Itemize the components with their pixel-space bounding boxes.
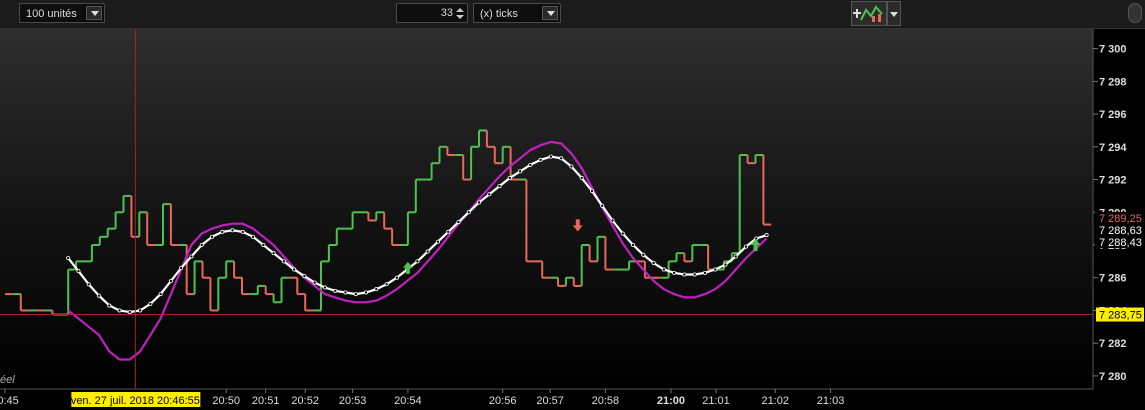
ma-dot bbox=[220, 229, 225, 234]
partial-label: éel bbox=[0, 374, 15, 386]
ma-dot bbox=[97, 293, 102, 298]
ma-dot bbox=[518, 169, 523, 174]
ma-dot bbox=[168, 278, 173, 283]
x-tick-label: 21:00 bbox=[657, 395, 685, 407]
ma-dot bbox=[394, 275, 399, 280]
y-tick-label: 7 298 bbox=[1099, 76, 1127, 88]
ma-dot bbox=[631, 242, 636, 247]
ma-dot bbox=[733, 254, 738, 259]
ma-dot bbox=[384, 282, 389, 287]
ma-dot bbox=[189, 254, 194, 259]
ma-dot bbox=[179, 265, 184, 270]
ma-dot bbox=[322, 285, 327, 290]
ma-dot bbox=[692, 272, 697, 277]
x-tick-label: 21:01 bbox=[702, 395, 730, 407]
y-tick-label: 7 280 bbox=[1099, 371, 1127, 383]
ma-dot bbox=[672, 270, 677, 275]
ma-dot bbox=[312, 280, 317, 285]
ma-dot bbox=[107, 303, 112, 308]
price-label: 7 289,25 bbox=[1099, 213, 1142, 225]
ma-dot bbox=[661, 267, 666, 272]
ma-dot bbox=[66, 256, 71, 261]
y-tick-label: 7 300 bbox=[1099, 44, 1127, 56]
ma-dot bbox=[158, 292, 163, 297]
ma-dot bbox=[744, 244, 749, 249]
ma-dot bbox=[641, 252, 646, 257]
ma-dot bbox=[374, 287, 379, 292]
ma-dot bbox=[620, 231, 625, 236]
ma-dot bbox=[466, 210, 471, 215]
ma-dot bbox=[446, 229, 451, 234]
ma-dot bbox=[240, 229, 245, 234]
y-tick-label: 7 282 bbox=[1099, 338, 1127, 350]
price-label: 7 288,43 bbox=[1099, 237, 1142, 249]
ma-dot bbox=[589, 188, 594, 193]
y-tick-label: 7 286 bbox=[1099, 273, 1127, 285]
x-tick-label: 20:58 bbox=[592, 395, 620, 407]
ma-dot bbox=[415, 259, 420, 264]
ma-dot bbox=[579, 175, 584, 180]
ma-dot bbox=[138, 308, 143, 313]
ma-dot bbox=[600, 203, 605, 208]
x-tick-label: 20:50 bbox=[212, 395, 240, 407]
price-label: 7 288,63 bbox=[1099, 225, 1142, 237]
ma-dot bbox=[528, 162, 533, 167]
ma-dot bbox=[764, 233, 769, 238]
crosshair-date-label: ven. 27 juil. 2018 20:46:55 bbox=[71, 395, 200, 407]
ma-dot bbox=[281, 259, 286, 264]
x-tick-label: 20:51 bbox=[252, 395, 280, 407]
ma-dot bbox=[302, 274, 307, 279]
ma-dot bbox=[538, 157, 543, 162]
ma-dot bbox=[271, 251, 276, 256]
ma-dot bbox=[456, 220, 461, 225]
ma-dot bbox=[230, 228, 235, 233]
ma-dot bbox=[76, 269, 81, 274]
ma-dot bbox=[682, 272, 687, 277]
y-tick-label: 7 292 bbox=[1099, 175, 1127, 187]
x-tick-label: 20:56 bbox=[489, 395, 517, 407]
ma-dot bbox=[292, 267, 297, 272]
ma-dot bbox=[435, 239, 440, 244]
ma-dot bbox=[548, 154, 553, 159]
ma-dot bbox=[559, 156, 564, 161]
ma-dot bbox=[148, 301, 153, 306]
y-tick-label: 7 294 bbox=[1099, 142, 1127, 154]
ma-dot bbox=[251, 234, 256, 239]
ma-dot bbox=[261, 242, 266, 247]
x-tick-label: 20:57 bbox=[536, 395, 564, 407]
ma-dot bbox=[199, 242, 204, 247]
ma-dot bbox=[209, 234, 214, 239]
ma-dot bbox=[487, 192, 492, 197]
y-tick-label: 7 296 bbox=[1099, 109, 1127, 121]
x-tick-label: 21:03 bbox=[817, 395, 845, 407]
x-tick-label: 20:45 bbox=[0, 395, 19, 407]
ma-dot bbox=[117, 308, 122, 313]
ma-dot bbox=[343, 290, 348, 295]
ma-dot bbox=[353, 292, 358, 297]
x-tick-label: 20:54 bbox=[394, 395, 422, 407]
ma-dot bbox=[569, 164, 574, 169]
x-tick-label: 21:02 bbox=[761, 395, 789, 407]
ma-dot bbox=[610, 218, 615, 223]
x-tick-label: 20:53 bbox=[339, 395, 367, 407]
ma-dot bbox=[127, 310, 132, 315]
ma-dot bbox=[702, 270, 707, 275]
crosshair-price-label: 7 283,75 bbox=[1099, 310, 1142, 322]
ma-dot bbox=[651, 260, 656, 265]
ma-dot bbox=[425, 249, 430, 254]
ma-dot bbox=[713, 267, 718, 272]
ma-dot bbox=[723, 262, 728, 267]
ma-dot bbox=[476, 200, 481, 205]
ma-dot bbox=[333, 288, 338, 293]
ma-dot bbox=[507, 175, 512, 180]
ma-dot bbox=[364, 290, 369, 295]
x-tick-label: 20:52 bbox=[291, 395, 319, 407]
price-chart: 7 2807 2827 2847 2867 2887 2907 2927 294… bbox=[0, 29, 1145, 407]
ma-dot bbox=[86, 282, 91, 287]
ma-dot bbox=[497, 184, 502, 189]
